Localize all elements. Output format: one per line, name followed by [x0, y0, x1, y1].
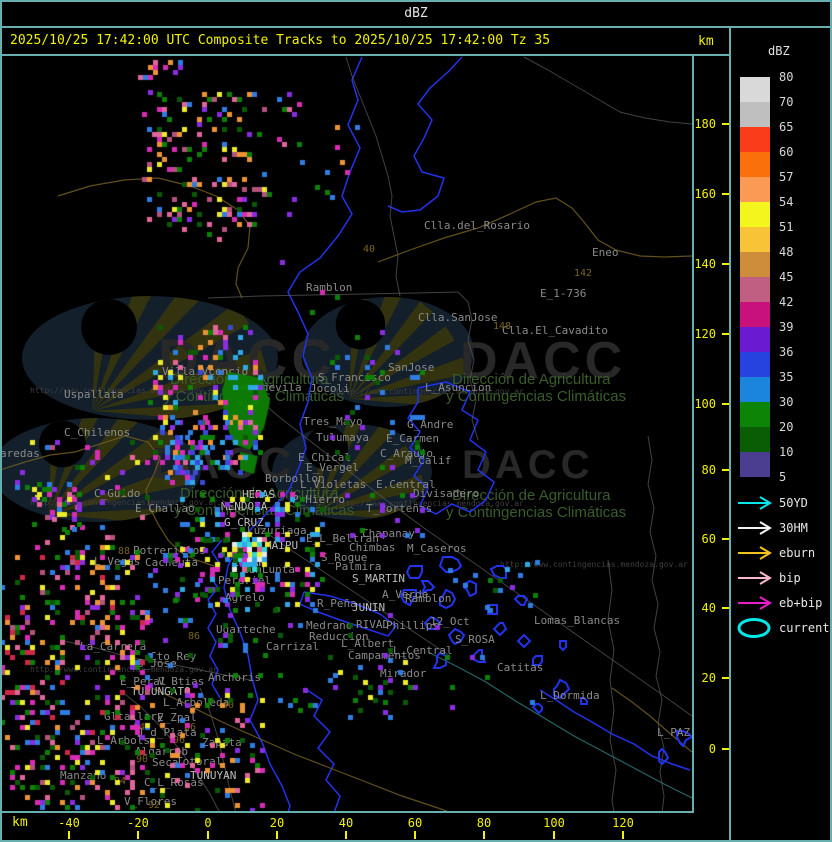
legend-label: eburn [779, 546, 816, 560]
track-arrow-icon [736, 492, 774, 514]
dbz-scale-block [740, 427, 770, 452]
dbz-scale-block [740, 77, 770, 102]
bottom-axis-tick [276, 831, 278, 839]
right-axis-tick-label: 80 [701, 463, 716, 477]
legend-label: bip [779, 571, 801, 585]
legend-label: eb+bip [779, 596, 823, 610]
bottom-axis-tick [68, 831, 70, 839]
dbz-scale-block [740, 352, 770, 377]
right-axis-tick-label: 40 [701, 601, 716, 615]
dbz-scale-value: 51 [779, 220, 794, 234]
bottom-axis-tick [345, 831, 347, 839]
bottom-axis-tick-label: 40 [338, 816, 354, 830]
dbz-scale-value: 45 [779, 270, 794, 284]
track-arrow-icon [736, 542, 774, 564]
right-axis-tick [722, 403, 729, 405]
dbz-scale-value: 35 [779, 370, 794, 384]
current-cell-icon [736, 617, 774, 639]
dbz-scale-value: 20 [779, 420, 794, 434]
dbz-scale-value: 5 [779, 470, 787, 484]
right-axis-tick [722, 193, 729, 195]
right-axis-unit-label: km [698, 34, 714, 49]
right-axis-tick [722, 538, 729, 540]
dbz-scale-block [740, 402, 770, 427]
dbz-scale-block [740, 327, 770, 352]
right-axis-tick-label: 160 [694, 187, 716, 201]
dbz-scale-block [740, 127, 770, 152]
dbz-scale-block [740, 152, 770, 177]
bottom-axis-tick-label: -40 [58, 816, 80, 830]
product-title: 2025/10/25 17:42:00 UTC Composite Tracks… [10, 33, 551, 48]
dbz-scale-value: 42 [779, 295, 794, 309]
dbz-scale-value: 54 [779, 195, 794, 209]
right-axis-tick [722, 123, 729, 125]
right-axis-tick [722, 333, 729, 335]
dbz-scale-value: 39 [779, 320, 794, 334]
dbz-scale-value: 70 [779, 95, 794, 109]
right-axis-tick-label: 20 [701, 671, 716, 685]
right-axis-tick-label: 180 [694, 117, 716, 131]
track-arrow-icon [736, 592, 774, 614]
dbz-scale-value: 57 [779, 170, 794, 184]
dbz-scale-value: 65 [779, 120, 794, 134]
bottom-axis-tick [414, 831, 416, 839]
bottom-axis-tick-label: 60 [407, 816, 423, 830]
right-axis-tick [722, 677, 729, 679]
bottom-axis-tick-label: 80 [476, 816, 492, 830]
bottom-axis-tick-label: 100 [543, 816, 565, 830]
radar-echo-canvas [2, 56, 692, 811]
right-axis-tick-label: 100 [694, 397, 716, 411]
right-axis-tick-label: 140 [694, 257, 716, 271]
legend-label: 30HM [779, 521, 808, 535]
track-arrow-icon [736, 567, 774, 589]
legend-label: 50YD [779, 496, 808, 510]
dbz-scale-block [740, 252, 770, 277]
radar-map: DACCDACCDACCDACCDirección de Agricultura… [2, 56, 692, 811]
dbz-scale-block [740, 452, 770, 477]
window-title: dBZ [404, 6, 428, 21]
right-axis-tick [722, 748, 729, 750]
bottom-axis-tick [207, 831, 209, 839]
border-map-right [692, 56, 694, 813]
dbz-scale-block [740, 302, 770, 327]
right-axis-tick-label: 0 [708, 742, 716, 756]
colorbar-title: dBZ [768, 44, 790, 58]
border-top [0, 0, 832, 2]
bottom-axis-tick [137, 831, 139, 839]
bottom-axis-tick-label: 20 [269, 816, 285, 830]
bottom-axis-tick-label: -20 [127, 816, 149, 830]
right-axis-tick [722, 607, 729, 609]
legend-label: current [779, 621, 830, 635]
right-axis-tick-label: 120 [694, 327, 716, 341]
bottom-axis-tick-label: 120 [612, 816, 634, 830]
bottom-axis-tick [553, 831, 555, 839]
dbz-scale-value: 60 [779, 145, 794, 159]
dbz-scale-value: 48 [779, 245, 794, 259]
dbz-scale-value: 10 [779, 445, 794, 459]
right-axis-tick [722, 263, 729, 265]
dbz-scale-block [740, 177, 770, 202]
bottom-axis-unit-label: km [12, 815, 28, 830]
right-axis-tick-label: 60 [701, 532, 716, 546]
dbz-scale-value: 80 [779, 70, 794, 84]
bottom-axis-tick [483, 831, 485, 839]
dbz-scale-value: 36 [779, 345, 794, 359]
dbz-scale-value: 30 [779, 395, 794, 409]
dbz-scale-block [740, 102, 770, 127]
border-under-topbar [0, 26, 832, 28]
dbz-scale-block [740, 202, 770, 227]
dbz-scale-block [740, 277, 770, 302]
dbz-scale-block [740, 227, 770, 252]
right-axis-tick [722, 469, 729, 471]
radar-app-window: dBZ 2025/10/25 17:42:00 UTC Composite Tr… [0, 0, 832, 842]
border-map-bottom [0, 811, 694, 813]
border-sidebar-left [729, 28, 731, 840]
bottom-axis-tick [622, 831, 624, 839]
bottom-axis-tick-label: 0 [204, 816, 212, 830]
track-arrow-icon [736, 517, 774, 539]
dbz-scale-block [740, 377, 770, 402]
